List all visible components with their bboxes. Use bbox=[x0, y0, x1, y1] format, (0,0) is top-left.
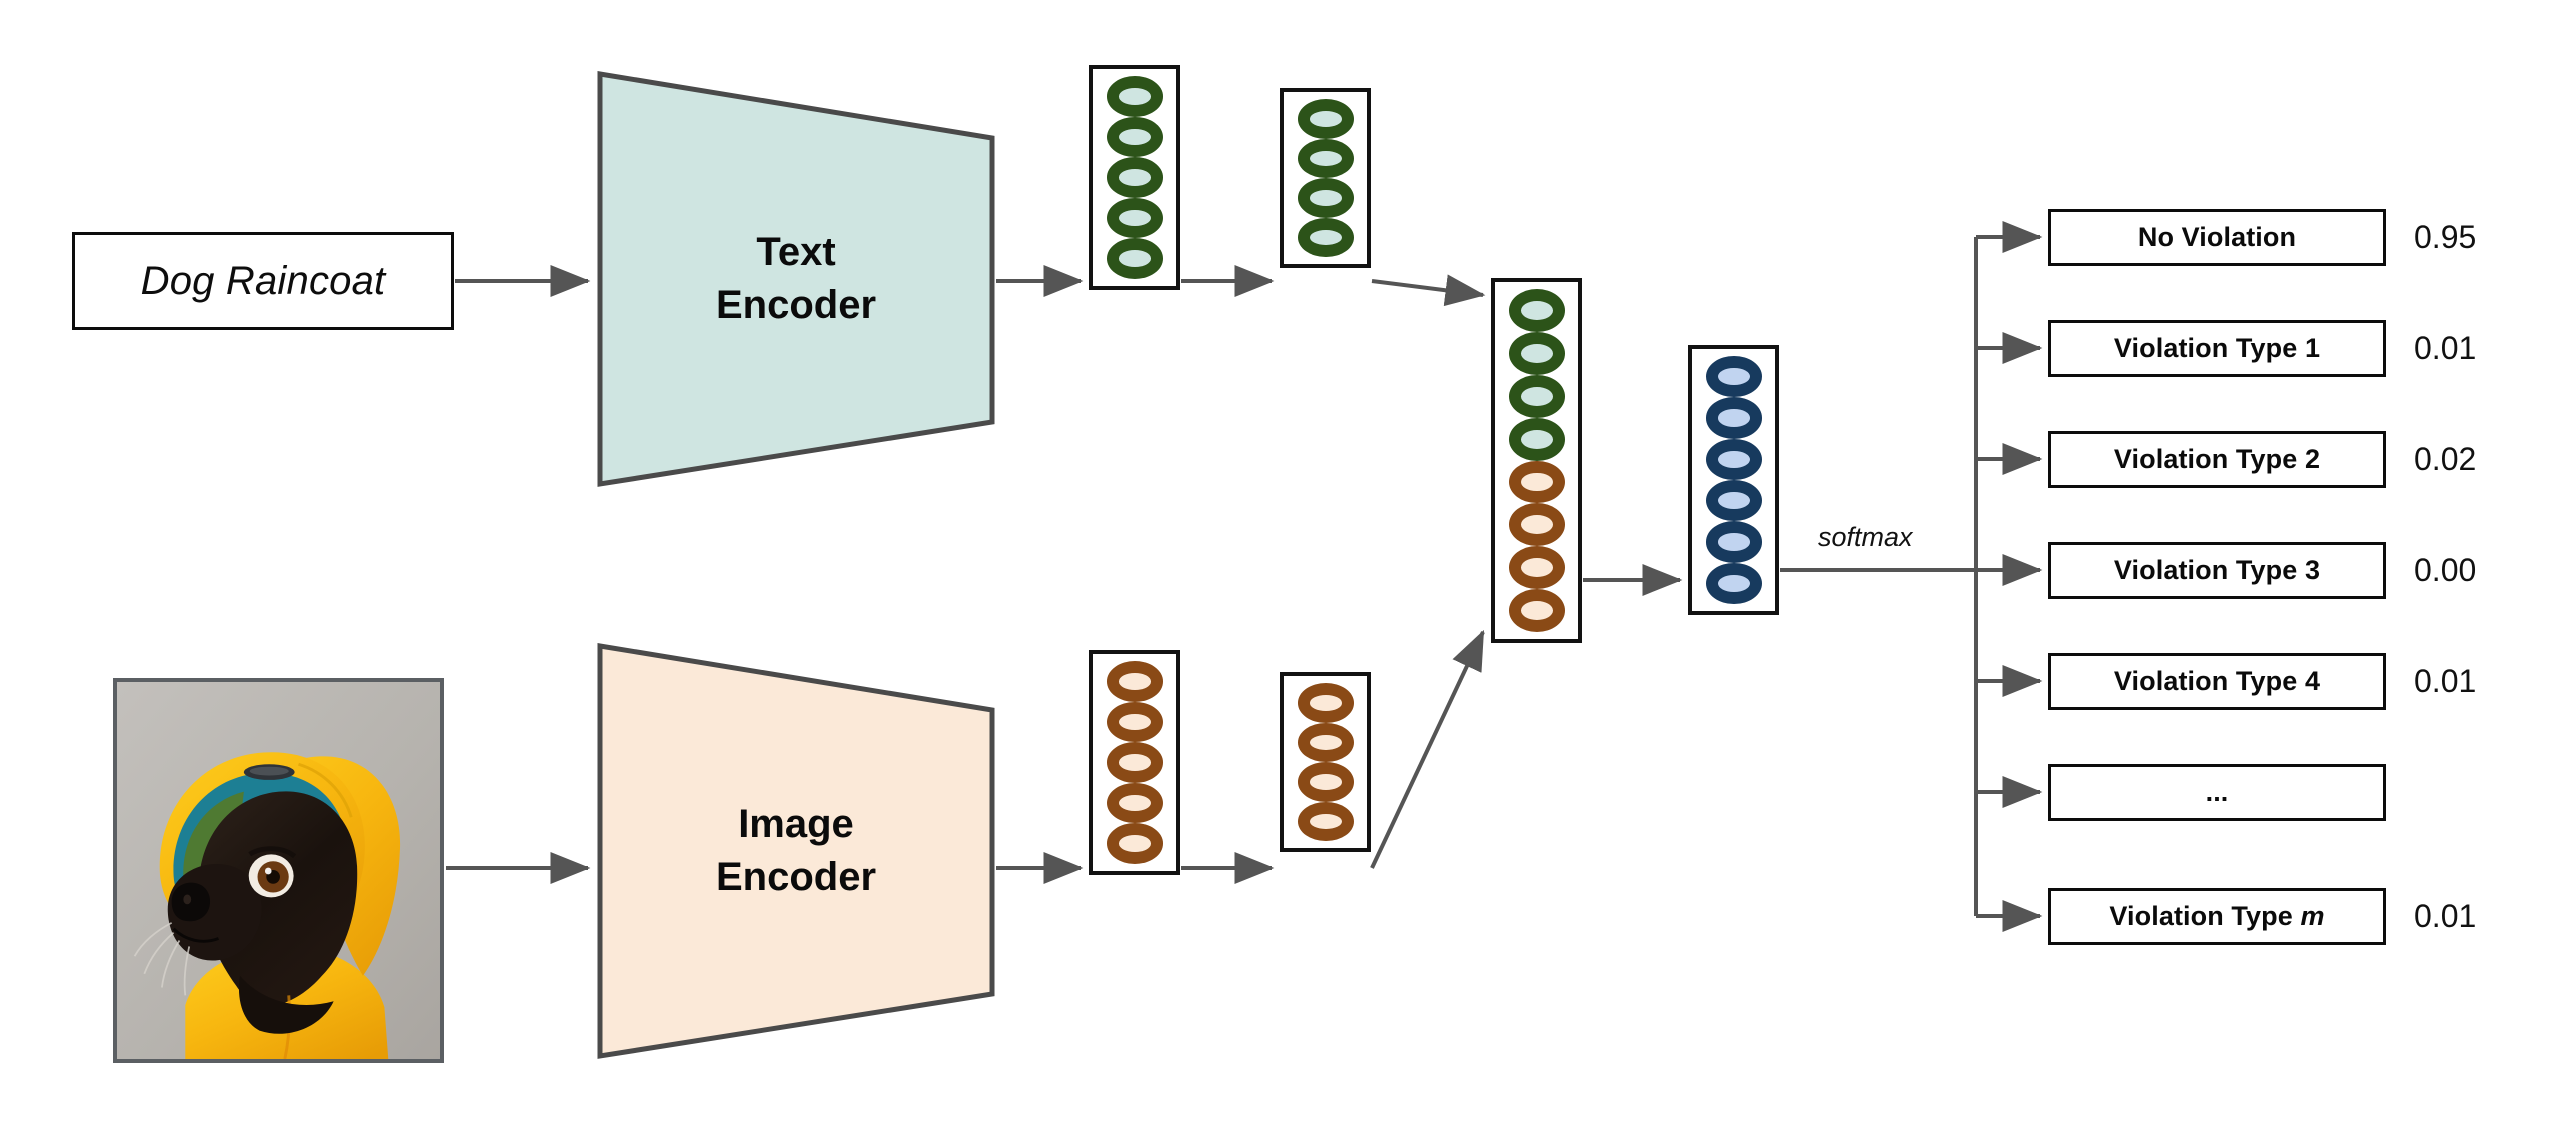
output-label: Violation Type 4 bbox=[2113, 666, 2321, 696]
text-prompt-value: Dog Raincoat bbox=[140, 258, 386, 303]
output-row-1: Violation Type 1 0.01 bbox=[2048, 320, 2476, 377]
output-row-4: Violation Type 4 0.01 bbox=[2048, 653, 2476, 710]
image-embedding-column-1 bbox=[1089, 650, 1180, 875]
node bbox=[1106, 116, 1163, 158]
image-encoder-shape bbox=[597, 643, 995, 1059]
node bbox=[1508, 331, 1565, 375]
output-probability: 0.00 bbox=[2414, 552, 2477, 588]
node bbox=[1106, 823, 1163, 864]
output-row-6: Violation Type m 0.01 bbox=[2048, 888, 2476, 945]
output-label: Violation Type 3 bbox=[2113, 555, 2321, 585]
output-label-prefix: Violation Type bbox=[2109, 901, 2301, 931]
node bbox=[1508, 589, 1565, 632]
node bbox=[1508, 417, 1565, 461]
output-probability: 0.01 bbox=[2414, 663, 2477, 699]
node bbox=[1508, 374, 1565, 418]
text-prompt-box[interactable]: Dog Raincoat bbox=[72, 232, 454, 330]
node bbox=[1508, 546, 1565, 590]
fused-embedding-column bbox=[1491, 278, 1582, 643]
image-embedding-column-2 bbox=[1280, 672, 1371, 852]
output-row-2: Violation Type 2 0.02 bbox=[2048, 431, 2476, 488]
node bbox=[1106, 701, 1163, 743]
node bbox=[1297, 762, 1354, 802]
node bbox=[1705, 562, 1762, 604]
node bbox=[1297, 178, 1354, 218]
output-probability: 0.01 bbox=[2414, 330, 2477, 366]
image-encoder[interactable]: Image Encoder bbox=[596, 642, 996, 1060]
logits-column bbox=[1688, 345, 1779, 615]
text-encoder-shape bbox=[597, 71, 995, 487]
output-label: Violation Type 1 bbox=[2113, 333, 2321, 363]
output-label: Violation Type 2 bbox=[2113, 444, 2321, 474]
output-label: Violation Type m bbox=[2109, 901, 2324, 932]
node bbox=[1106, 197, 1163, 239]
output-box-violation-type-m[interactable]: Violation Type m bbox=[2048, 888, 2386, 945]
node bbox=[1297, 138, 1354, 178]
node bbox=[1705, 438, 1762, 480]
node bbox=[1297, 99, 1354, 139]
output-box-violation-type-1[interactable]: Violation Type 1 bbox=[2048, 320, 2386, 377]
output-box-violation-type-3[interactable]: Violation Type 3 bbox=[2048, 542, 2386, 599]
text-embedding-column-2 bbox=[1280, 88, 1371, 268]
output-box-violation-type-4[interactable]: Violation Type 4 bbox=[2048, 653, 2386, 710]
node bbox=[1508, 503, 1565, 547]
output-label: No Violation bbox=[2137, 222, 2297, 252]
output-label: ... bbox=[2205, 777, 2229, 807]
text-encoder[interactable]: Text Encoder bbox=[596, 70, 996, 488]
output-box-violation-type-2[interactable]: Violation Type 2 bbox=[2048, 431, 2386, 488]
output-row-3: Violation Type 3 0.00 bbox=[2048, 542, 2476, 599]
output-probability: 0.95 bbox=[2414, 219, 2477, 255]
node bbox=[1705, 397, 1762, 439]
text-embedding-column-1 bbox=[1089, 65, 1180, 290]
output-probability: 0.01 bbox=[2414, 898, 2477, 934]
diagram-canvas: Dog Raincoat Text Encoder Image Encoder … bbox=[0, 0, 2560, 1142]
softmax-label: softmax bbox=[1818, 522, 1913, 552]
node bbox=[1297, 801, 1354, 841]
node bbox=[1106, 661, 1163, 702]
output-box-ellipsis[interactable]: ... bbox=[2048, 764, 2386, 821]
output-label-index: m bbox=[2300, 901, 2325, 931]
node bbox=[1297, 722, 1354, 762]
output-row-5: ... bbox=[2048, 764, 2386, 821]
node bbox=[1508, 460, 1565, 504]
node bbox=[1508, 289, 1565, 332]
input-image-thumbnail[interactable] bbox=[113, 678, 444, 1063]
output-probability: 0.02 bbox=[2414, 441, 2477, 477]
output-row-0: No Violation 0.95 bbox=[2048, 209, 2476, 266]
node bbox=[1297, 217, 1354, 257]
dog-raincoat-illustration bbox=[117, 682, 440, 1059]
node bbox=[1106, 157, 1163, 198]
node bbox=[1705, 521, 1762, 563]
node bbox=[1106, 782, 1163, 824]
node bbox=[1297, 683, 1354, 723]
node bbox=[1705, 479, 1762, 522]
node bbox=[1106, 238, 1163, 279]
node bbox=[1705, 356, 1762, 398]
node bbox=[1106, 742, 1163, 783]
output-box-no-violation[interactable]: No Violation bbox=[2048, 209, 2386, 266]
node bbox=[1106, 76, 1163, 117]
